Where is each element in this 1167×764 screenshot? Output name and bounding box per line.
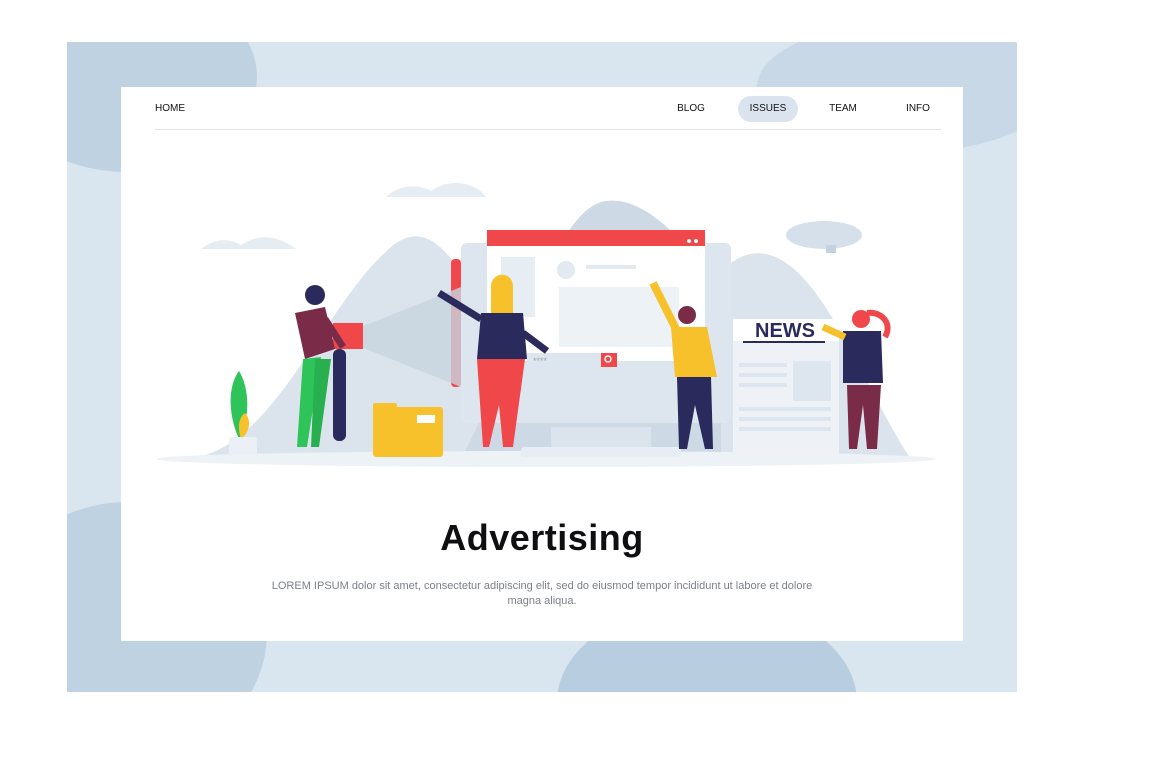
page-description: LOREM IPSUM dolor sit amet, consectetur … [271, 580, 813, 607]
nav-home[interactable]: HOME [155, 96, 185, 122]
folder [373, 403, 443, 457]
landing-card: HOME BLOG ISSUES TEAM INFO **** NEWS Adv… [121, 87, 963, 641]
plant [229, 371, 257, 455]
nav-issues[interactable]: ISSUES [738, 96, 798, 122]
newspaper-label: NEWS [755, 320, 815, 342]
advertising-illustration: **** NEWS [156, 183, 936, 467]
page-title: Advertising [440, 517, 644, 558]
top-nav: HOME BLOG ISSUES TEAM INFO [155, 87, 941, 130]
search-bar-placeholder: **** [533, 356, 548, 366]
nav-team[interactable]: TEAM [823, 96, 863, 122]
newspaper: NEWS [733, 319, 839, 457]
nav-info[interactable]: INFO [898, 96, 938, 122]
blimp [786, 221, 862, 253]
nav-blog[interactable]: BLOG [670, 96, 712, 122]
